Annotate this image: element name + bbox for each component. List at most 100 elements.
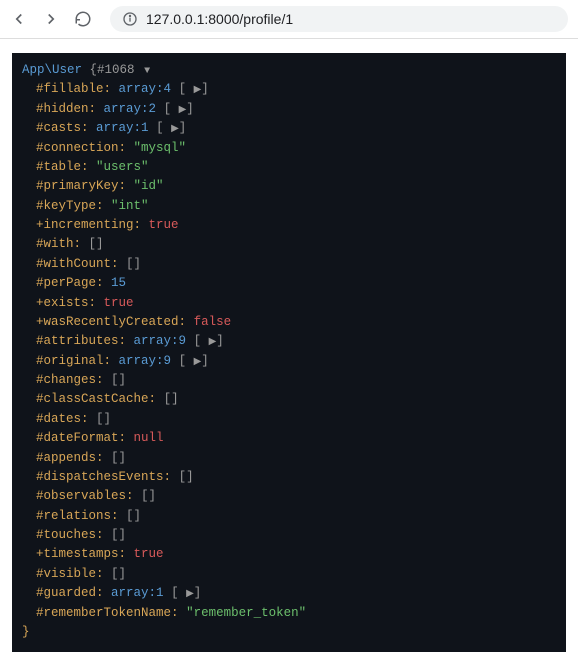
property-row: +wasRecentlyCreated: false bbox=[36, 313, 560, 332]
content-area: App\User {#1068 ▼ #fillable: array:4 [ ▶… bbox=[0, 39, 578, 652]
property-row: #visible: [] bbox=[36, 565, 560, 584]
property-name: table bbox=[44, 160, 82, 174]
string-value: "mysql" bbox=[134, 141, 187, 155]
colon: : bbox=[119, 547, 134, 561]
reload-icon[interactable] bbox=[74, 10, 92, 28]
property-row: #rememberTokenName: "remember_token" bbox=[36, 604, 560, 623]
address-bar[interactable]: 127.0.0.1:8000/profile/1 bbox=[110, 6, 568, 32]
visibility-marker: # bbox=[36, 567, 44, 581]
expand-icon[interactable]: [ ▶] bbox=[171, 586, 201, 600]
colon: : bbox=[119, 179, 134, 193]
expand-icon[interactable]: [ ▶] bbox=[164, 102, 194, 116]
property-name: original bbox=[44, 354, 104, 368]
visibility-marker: # bbox=[36, 179, 44, 193]
string-value: "users" bbox=[96, 160, 149, 174]
property-row: #touches: [] bbox=[36, 526, 560, 545]
empty-array-value: [] bbox=[96, 412, 111, 426]
expand-icon[interactable]: [ ▶] bbox=[156, 121, 186, 135]
property-row: #with: [] bbox=[36, 235, 560, 254]
toggle-collapse-icon[interactable]: ▼ bbox=[144, 66, 150, 77]
array-type: array:9 bbox=[134, 334, 187, 348]
info-icon[interactable] bbox=[122, 11, 138, 27]
visibility-marker: # bbox=[36, 334, 44, 348]
property-row: #connection: "mysql" bbox=[36, 139, 560, 158]
colon: : bbox=[81, 160, 96, 174]
string-value: "id" bbox=[134, 179, 164, 193]
forward-icon[interactable] bbox=[42, 10, 60, 28]
visibility-marker: # bbox=[36, 276, 44, 290]
property-name: changes bbox=[44, 373, 97, 387]
colon: : bbox=[134, 218, 149, 232]
expand-icon[interactable]: [ ▶] bbox=[194, 334, 224, 348]
property-name: visible bbox=[44, 567, 97, 581]
property-name: observables bbox=[44, 489, 127, 503]
property-name: timestamps bbox=[44, 547, 119, 561]
visibility-marker: + bbox=[36, 296, 44, 310]
property-list: #fillable: array:4 [ ▶]#hidden: array:2 … bbox=[18, 80, 560, 623]
visibility-marker: # bbox=[36, 102, 44, 116]
property-name: keyType bbox=[44, 199, 97, 213]
array-type: array:2 bbox=[104, 102, 157, 116]
property-name: withCount bbox=[44, 257, 112, 271]
empty-array-value: [] bbox=[111, 451, 126, 465]
property-row: #hidden: array:2 [ ▶] bbox=[36, 100, 560, 119]
colon: : bbox=[96, 567, 111, 581]
property-name: hidden bbox=[44, 102, 89, 116]
property-row: #dates: [] bbox=[36, 410, 560, 429]
property-name: dates bbox=[44, 412, 82, 426]
visibility-marker: # bbox=[36, 528, 44, 542]
visibility-marker: # bbox=[36, 606, 44, 620]
empty-array-value: [] bbox=[111, 567, 126, 581]
array-type: array:1 bbox=[96, 121, 149, 135]
class-name: App\User bbox=[22, 63, 82, 77]
visibility-marker: # bbox=[36, 141, 44, 155]
property-name: wasRecentlyCreated bbox=[44, 315, 179, 329]
property-name: primaryKey bbox=[44, 179, 119, 193]
property-name: with bbox=[44, 237, 74, 251]
property-name: dateFormat bbox=[44, 431, 119, 445]
visibility-marker: # bbox=[36, 451, 44, 465]
string-value: "remember_token" bbox=[186, 606, 306, 620]
visibility-marker: # bbox=[36, 257, 44, 271]
property-name: appends bbox=[44, 451, 97, 465]
colon: : bbox=[81, 121, 96, 135]
expand-icon[interactable]: [ ▶] bbox=[179, 354, 209, 368]
colon: : bbox=[104, 82, 119, 96]
visibility-marker: # bbox=[36, 586, 44, 600]
colon: : bbox=[96, 528, 111, 542]
colon: : bbox=[89, 296, 104, 310]
property-name: dispatchesEvents bbox=[44, 470, 164, 484]
colon: : bbox=[149, 392, 164, 406]
empty-array-value: [] bbox=[126, 509, 141, 523]
expand-icon[interactable]: [ ▶] bbox=[179, 82, 209, 96]
close-brace: } bbox=[18, 623, 560, 642]
object-id: #1068 bbox=[97, 63, 135, 77]
empty-array-value: [] bbox=[179, 470, 194, 484]
bool-value: true bbox=[104, 296, 134, 310]
colon: : bbox=[89, 102, 104, 116]
property-name: relations bbox=[44, 509, 112, 523]
property-row: #table: "users" bbox=[36, 158, 560, 177]
property-row: #attributes: array:9 [ ▶] bbox=[36, 332, 560, 351]
property-name: guarded bbox=[44, 586, 97, 600]
visibility-marker: # bbox=[36, 160, 44, 174]
colon: : bbox=[164, 470, 179, 484]
property-name: fillable bbox=[44, 82, 104, 96]
property-row: #perPage: 15 bbox=[36, 274, 560, 293]
back-icon[interactable] bbox=[10, 10, 28, 28]
visibility-marker: # bbox=[36, 121, 44, 135]
property-row: #dispatchesEvents: [] bbox=[36, 468, 560, 487]
property-name: perPage bbox=[44, 276, 97, 290]
empty-array-value: [] bbox=[141, 489, 156, 503]
bool-value: false bbox=[194, 315, 232, 329]
array-type: array:4 bbox=[119, 82, 172, 96]
colon: : bbox=[111, 509, 126, 523]
empty-array-value: [] bbox=[111, 528, 126, 542]
property-row: #original: array:9 [ ▶] bbox=[36, 352, 560, 371]
property-name: touches bbox=[44, 528, 97, 542]
visibility-marker: # bbox=[36, 199, 44, 213]
colon: : bbox=[119, 334, 134, 348]
property-row: +timestamps: true bbox=[36, 545, 560, 564]
property-row: #observables: [] bbox=[36, 487, 560, 506]
colon: : bbox=[179, 315, 194, 329]
